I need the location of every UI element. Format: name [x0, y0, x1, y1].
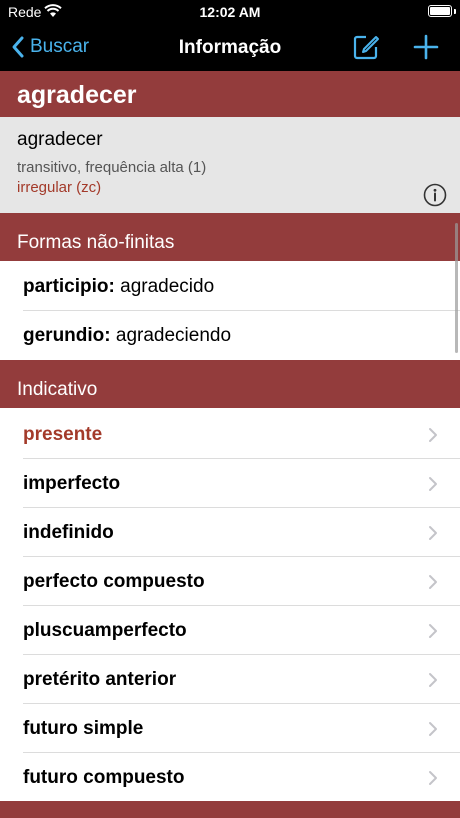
section-title: Formas não-finitas — [17, 232, 175, 253]
tense-label: perfecto compuesto — [23, 571, 205, 592]
tense-row-futuro-simple[interactable]: futuro simple — [0, 704, 460, 753]
tense-label: futuro compuesto — [23, 767, 185, 788]
chevron-right-icon — [429, 722, 437, 736]
compose-icon[interactable] — [352, 33, 380, 61]
chevron-right-icon — [429, 575, 437, 589]
section-header-nonfinite: Formas não-finitas — [0, 213, 460, 261]
tense-label: presente — [23, 424, 103, 445]
tense-row-imperfecto[interactable]: imperfecto — [0, 459, 460, 508]
tense-label: futuro simple — [23, 718, 144, 739]
verb-entry: agradecer transitivo, frequência alta (1… — [0, 117, 460, 213]
row-value: agradeciendo — [115, 325, 232, 346]
chevron-right-icon — [429, 771, 437, 785]
tense-row-indefinido[interactable]: indefinido — [0, 508, 460, 557]
clock: 12:02 AM — [199, 4, 261, 20]
page-title: Informação — [178, 37, 282, 58]
navigation-bar: Buscar Informação — [0, 24, 460, 71]
tense-label: pluscuamperfecto — [23, 620, 187, 641]
next-section-header — [0, 801, 460, 818]
scroll-indicator — [455, 223, 458, 353]
chevron-right-icon — [429, 428, 437, 442]
tense-label: imperfecto — [23, 473, 121, 494]
verb-entry-name: agradecer — [17, 129, 103, 150]
chevron-right-icon — [429, 477, 437, 491]
row-key: gerundio: — [23, 325, 111, 346]
plus-icon[interactable] — [413, 34, 439, 60]
list-item-gerundio: gerundio: agradeciendo — [0, 311, 460, 360]
row-value: agradecido — [120, 276, 215, 297]
row-key: participio: — [23, 276, 115, 297]
tense-row-preterito-anterior[interactable]: pretérito anterior — [0, 655, 460, 704]
tense-row-futuro-compuesto[interactable]: futuro compuesto — [0, 753, 460, 802]
tense-label: indefinido — [23, 522, 114, 543]
row-label: participio: agradecido — [23, 276, 214, 298]
status-bar: Rede 12:02 AM — [0, 0, 460, 24]
verb-entry-description: transitivo, frequência alta (1) — [17, 159, 207, 176]
tense-row-presente[interactable]: presente — [0, 410, 460, 459]
section-title: Indicativo — [17, 379, 98, 400]
verb-title: agradecer — [17, 81, 137, 109]
battery-tip — [454, 9, 456, 14]
chevron-right-icon — [429, 673, 437, 687]
chevron-right-icon — [429, 526, 437, 540]
tense-row-perfecto-compuesto[interactable]: perfecto compuesto — [0, 557, 460, 606]
tense-label: pretérito anterior — [23, 669, 177, 690]
section-header-indicative: Indicativo — [0, 360, 460, 408]
info-icon[interactable] — [423, 183, 447, 207]
verb-header: agradecer — [0, 71, 460, 117]
chevron-right-icon — [429, 624, 437, 638]
battery-icon — [428, 5, 452, 17]
row-label: gerundio: agradeciendo — [23, 325, 231, 347]
verb-entry-irregularity: irregular (zc) — [17, 179, 102, 196]
list-item-participio: participio: agradecido — [0, 262, 460, 311]
tense-row-pluscuamperfecto[interactable]: pluscuamperfecto — [0, 606, 460, 655]
